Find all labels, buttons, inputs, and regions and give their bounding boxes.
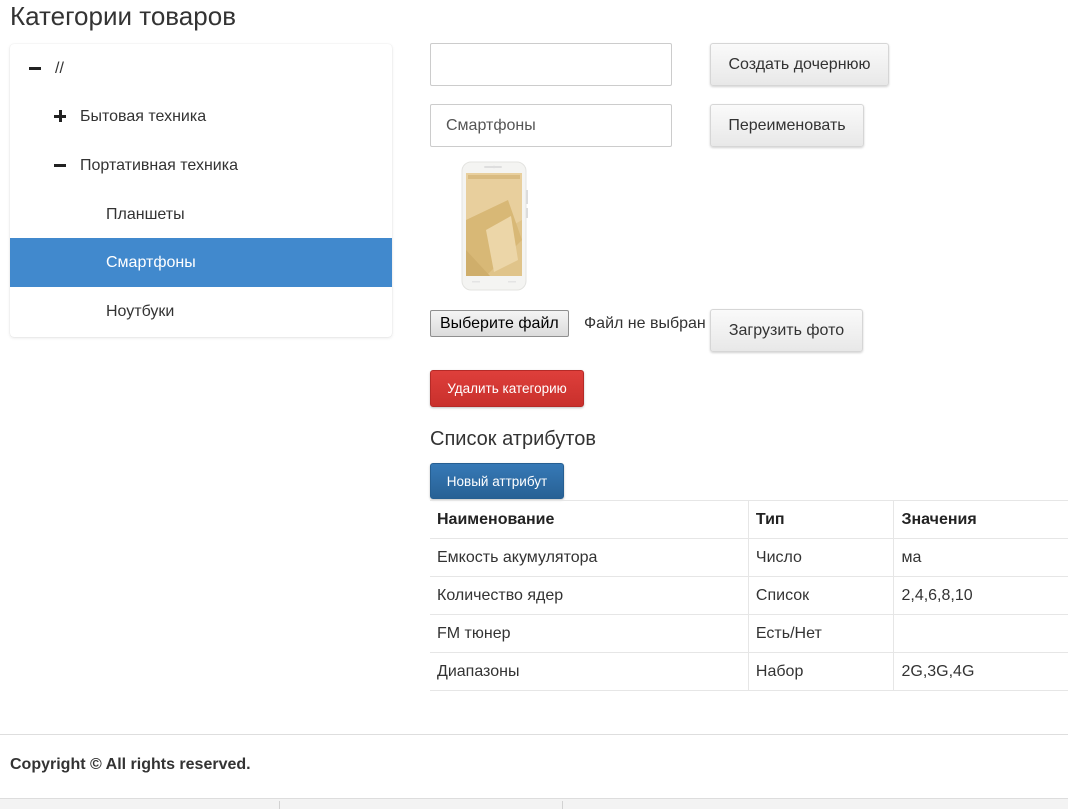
minus-icon[interactable] <box>29 60 41 78</box>
column-header: Значения <box>893 500 1068 539</box>
plus-icon[interactable] <box>54 108 66 126</box>
rename-input[interactable] <box>430 104 672 147</box>
table-row[interactable]: FM тюнер Есть/Нет <box>430 614 1068 653</box>
table-header-row: Наименование Тип Значения <box>430 500 1068 539</box>
table-row[interactable]: Диапазоны Набор 2G,3G,4G <box>430 652 1068 691</box>
attribute-type-cell: Список <box>748 576 895 615</box>
tree-item-root[interactable]: // <box>10 44 392 93</box>
attribute-type-cell: Набор <box>748 652 895 691</box>
attribute-values-cell: 2,4,6,8,10 <box>893 576 1068 615</box>
attribute-name-cell: Диапазоны <box>430 652 749 691</box>
attribute-name-cell: Количество ядер <box>430 576 749 615</box>
attributes-table: Наименование Тип Значения Емкость акумул… <box>430 500 1068 691</box>
file-status-text: Файл не выбран <box>584 315 706 332</box>
bottom-bar <box>0 798 1068 809</box>
tree-item-label: Портативная техника <box>80 156 238 174</box>
attribute-name-cell: Емкость акумулятора <box>430 538 749 577</box>
tree-item-laptops[interactable]: Ноутбуки <box>10 287 392 336</box>
tree-item-household[interactable]: Бытовая техника <box>10 92 392 141</box>
rename-button[interactable]: Переименовать <box>710 104 864 147</box>
category-photo <box>461 161 528 291</box>
upload-photo-button[interactable]: Загрузить фото <box>710 309 863 352</box>
delete-category-button[interactable]: Удалить категорию <box>430 370 584 407</box>
minus-icon[interactable] <box>54 157 66 175</box>
footer-divider <box>0 734 1068 735</box>
tree-item-tablets[interactable]: Планшеты <box>10 190 392 239</box>
tree-item-label: // <box>55 59 64 77</box>
table-row[interactable]: Емкость акумулятора Число ма <box>430 538 1068 577</box>
child-category-input[interactable] <box>430 43 672 86</box>
footer-copyright: Copyright © All rights reserved. <box>10 756 251 773</box>
attribute-values-cell <box>893 614 1068 653</box>
tree-item-smartphones[interactable]: Смартфоны <box>10 238 392 287</box>
table-row[interactable]: Количество ядер Список 2,4,6,8,10 <box>430 576 1068 615</box>
attribute-values-cell: ма <box>893 538 1068 577</box>
new-attribute-button[interactable]: Новый аттрибут <box>430 463 564 499</box>
column-header: Тип <box>748 500 895 539</box>
attribute-name-cell: FM тюнер <box>430 614 749 653</box>
choose-file-button[interactable]: Выберите файл <box>430 310 569 337</box>
tree-item-label: Ноутбуки <box>106 302 175 320</box>
tree-item-label: Планшеты <box>106 205 185 223</box>
attribute-values-cell: 2G,3G,4G <box>893 652 1068 691</box>
column-header: Наименование <box>430 500 749 539</box>
tree-item-label: Бытовая техника <box>80 107 207 125</box>
attribute-type-cell: Число <box>748 538 895 577</box>
category-tree: // Бытовая техника Портативная техника П… <box>10 44 392 337</box>
create-child-button[interactable]: Создать дочернюю <box>710 43 889 86</box>
attribute-type-cell: Есть/Нет <box>748 614 895 653</box>
page-title: Категории товаров <box>10 1 237 31</box>
tree-item-portable[interactable]: Портативная техника <box>10 141 392 190</box>
tree-item-label: Смартфоны <box>106 253 196 271</box>
attributes-title: Список атрибутов <box>430 428 596 450</box>
